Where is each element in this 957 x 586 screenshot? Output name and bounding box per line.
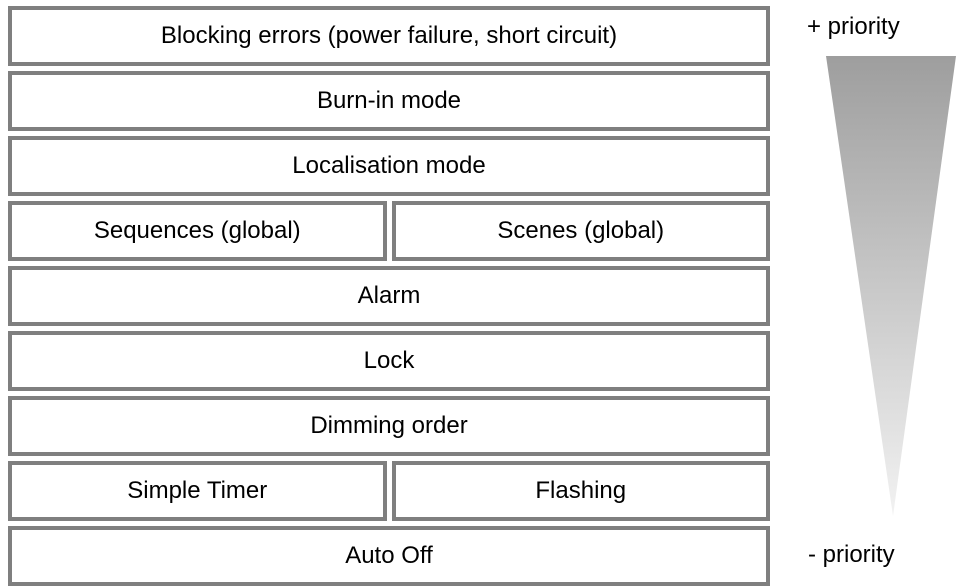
row-auto-off: Auto Off (8, 526, 770, 586)
row-blocking-errors: Blocking errors (power failure, short ci… (8, 6, 770, 66)
box-sequences-global: Sequences (global) (8, 201, 387, 261)
row-alarm: Alarm (8, 266, 770, 326)
box-burn-in-mode: Burn-in mode (8, 71, 770, 131)
high-priority-label: + priority (807, 13, 900, 40)
box-alarm: Alarm (8, 266, 770, 326)
row-burn-in-mode: Burn-in mode (8, 71, 770, 131)
row-dimming-order: Dimming order (8, 396, 770, 456)
priority-stack: Blocking errors (power failure, short ci… (8, 6, 770, 586)
box-dimming-order: Dimming order (8, 396, 770, 456)
box-localisation-mode: Localisation mode (8, 136, 770, 196)
box-simple-timer: Simple Timer (8, 461, 387, 521)
box-flashing: Flashing (391, 461, 770, 521)
box-auto-off: Auto Off (8, 526, 770, 586)
row-timer-flashing: Simple Timer Flashing (8, 461, 770, 521)
box-blocking-errors: Blocking errors (power failure, short ci… (8, 6, 770, 66)
row-sequences-scenes: Sequences (global) Scenes (global) (8, 201, 770, 261)
box-lock: Lock (8, 331, 770, 391)
row-lock: Lock (8, 331, 770, 391)
low-priority-label: - priority (808, 541, 895, 568)
priority-wedge (826, 56, 956, 516)
box-scenes-global: Scenes (global) (391, 201, 770, 261)
row-localisation-mode: Localisation mode (8, 136, 770, 196)
priority-gradient-triangle (826, 56, 956, 516)
